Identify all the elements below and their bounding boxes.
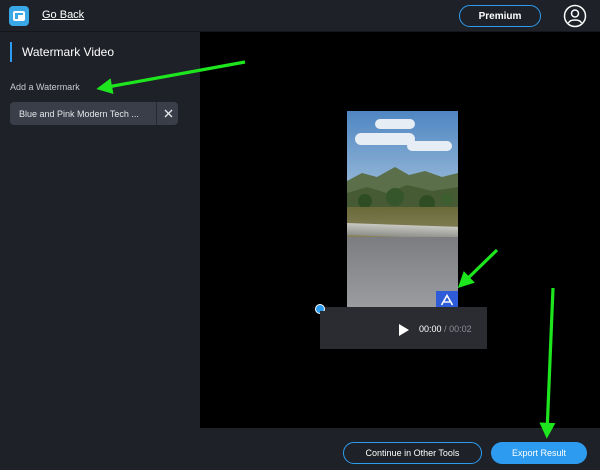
- user-circle-icon[interactable]: [563, 4, 587, 28]
- watermark-file-chip[interactable]: Blue and Pink Modern Tech ...: [10, 102, 178, 125]
- current-time: 00:00: [419, 324, 442, 334]
- app-logo-icon: [9, 6, 29, 26]
- continue-in-other-tools-button[interactable]: Continue in Other Tools: [343, 442, 482, 464]
- watermark-a-icon[interactable]: [436, 291, 458, 308]
- premium-button[interactable]: Premium: [459, 5, 541, 27]
- player-controls: 00:00 / 00:02: [320, 311, 487, 349]
- play-icon[interactable]: [398, 323, 410, 337]
- add-watermark-label: Add a Watermark: [10, 82, 80, 92]
- video-frame: [347, 111, 458, 307]
- go-back-link[interactable]: Go Back: [42, 9, 84, 21]
- title-accent-bar: [10, 42, 12, 62]
- chip-divider: [156, 102, 157, 125]
- tool-sidebar: Watermark Video Add a Watermark Blue and…: [0, 32, 200, 470]
- video-preview-area: [200, 32, 600, 428]
- panel-title: Watermark Video: [22, 45, 115, 59]
- watermark-file-name: Blue and Pink Modern Tech ...: [19, 109, 139, 119]
- time-separator: /: [444, 324, 447, 334]
- watermark-video-app: Go Back Premium Watermark Video Add a Wa…: [0, 0, 600, 470]
- close-icon[interactable]: [162, 107, 175, 120]
- export-result-button[interactable]: Export Result: [491, 442, 587, 464]
- time-display: 00:00 / 00:02: [419, 324, 472, 334]
- duration: 00:02: [449, 324, 472, 334]
- top-bar: Go Back Premium: [0, 0, 600, 32]
